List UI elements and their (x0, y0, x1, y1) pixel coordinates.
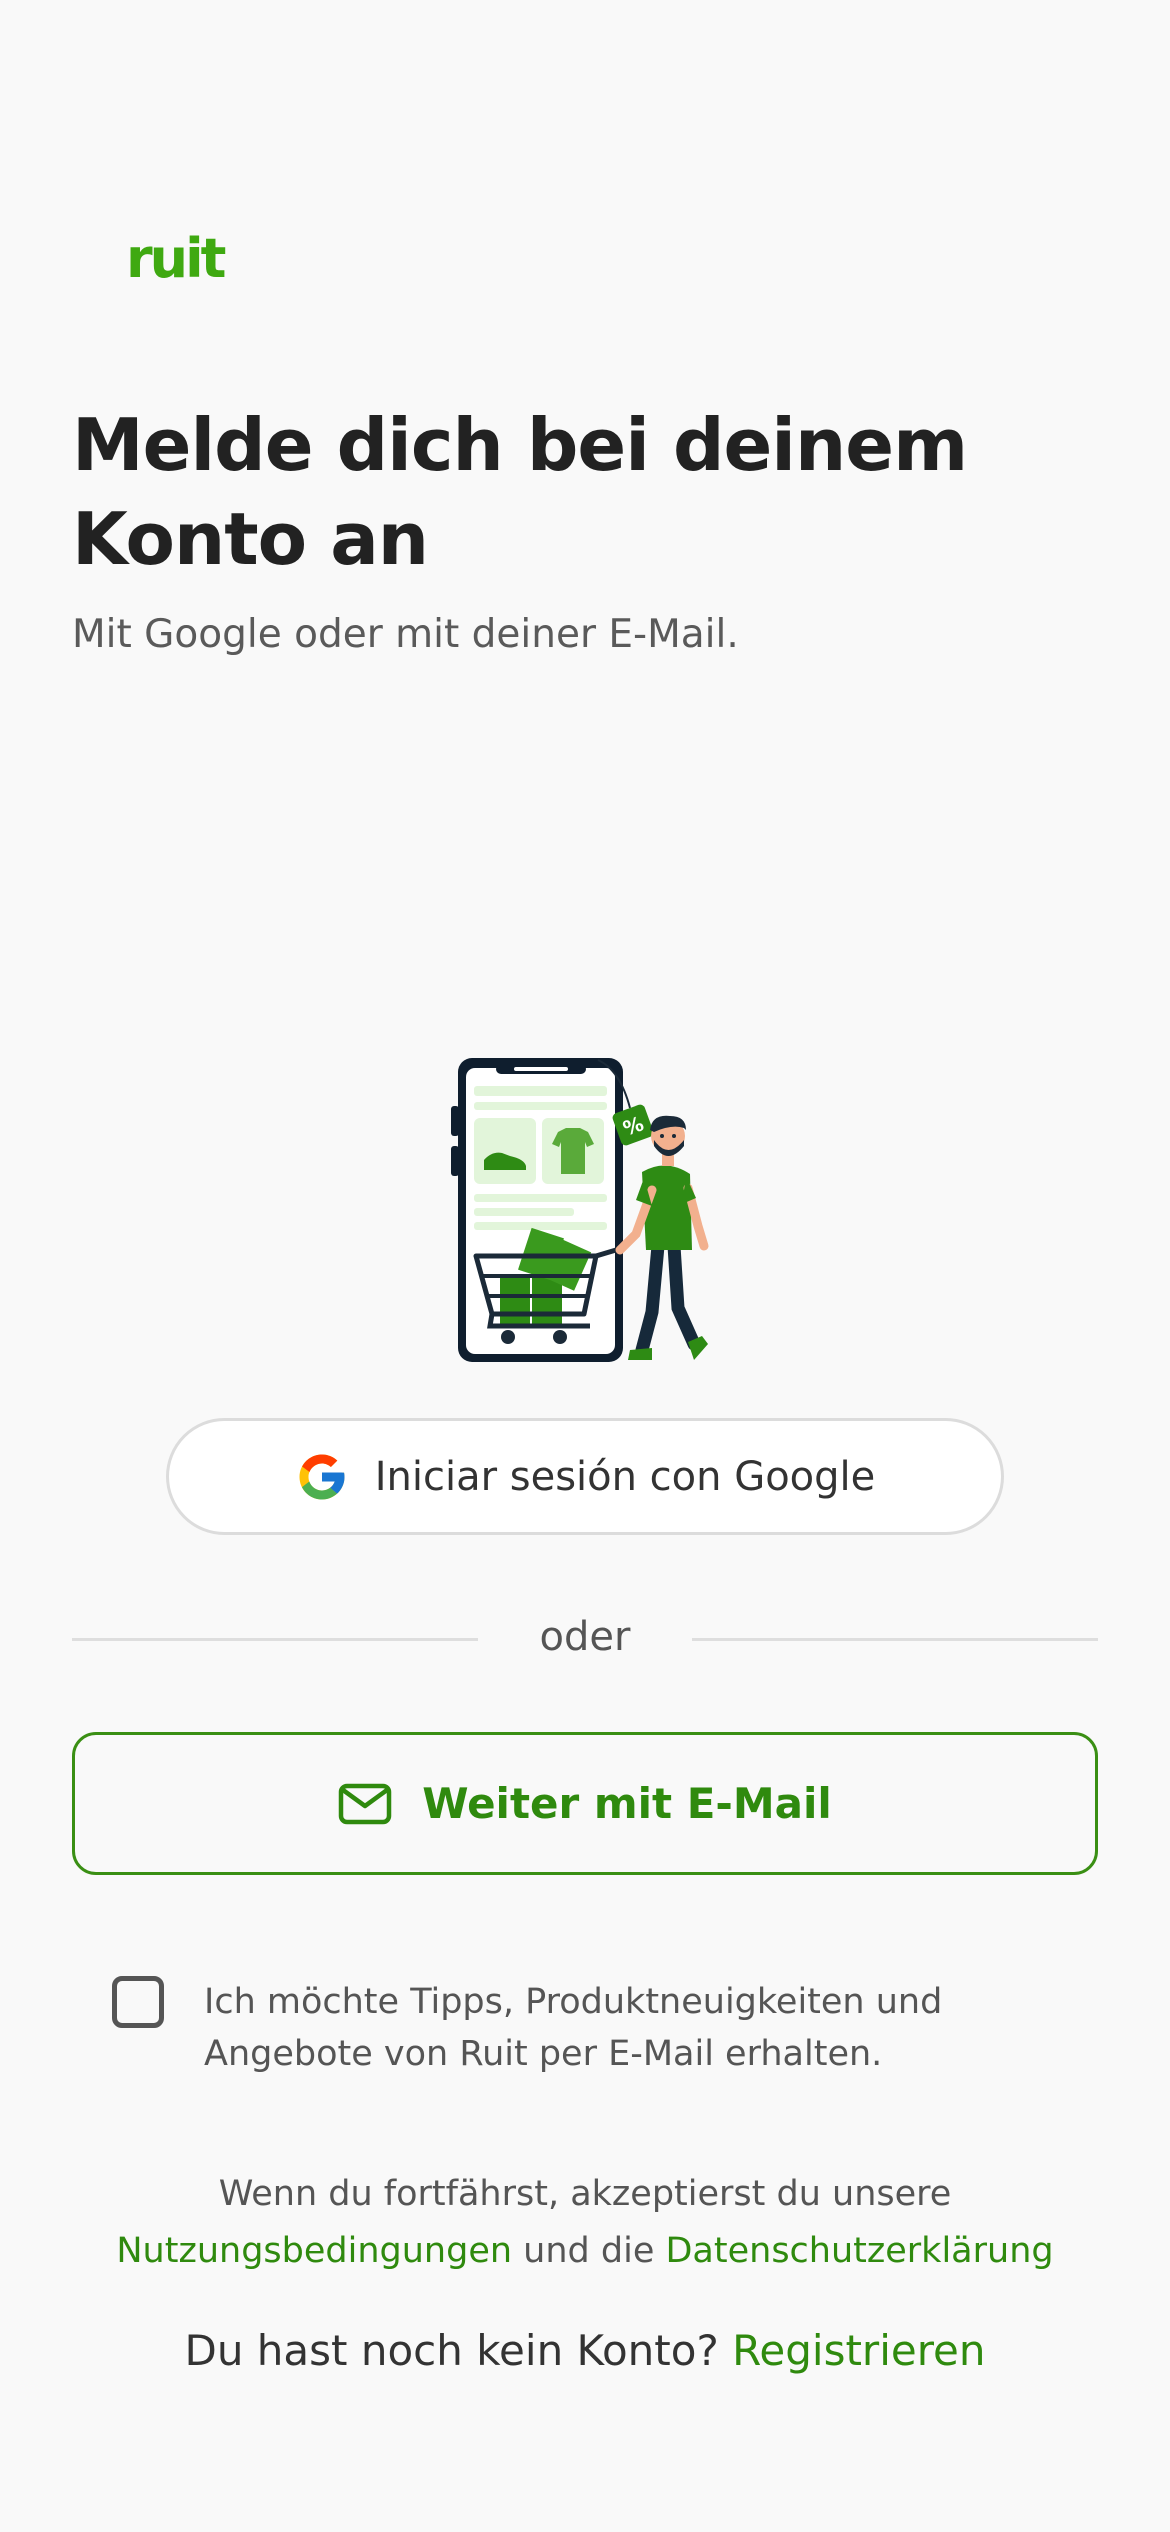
mail-icon (338, 1783, 392, 1824)
newsletter-checkbox-label: Ich möchte Tipps, Produktneuigkeiten und… (204, 1982, 943, 2074)
brand-logo: ruit (126, 227, 226, 290)
terms-link[interactable]: Nutzungsbedingungen (116, 2231, 512, 2271)
continue-with-email-button[interactable]: Weiter mit E-Mail (72, 1732, 1098, 1875)
continue-with-email-label: Weiter mit E-Mail (422, 1779, 832, 1828)
google-signin-label: Iniciar sesión con Google (374, 1453, 876, 1500)
page-title: Melde dich bei deinem Konto an (72, 403, 968, 581)
newsletter-checkbox[interactable] (112, 1976, 164, 2028)
privacy-link[interactable]: Datenschutzerklärung (665, 2231, 1053, 2271)
shopping-illustration: % (451, 1058, 709, 1362)
login-screen: ruit Melde dich bei deinem Konto an Mit … (0, 0, 1170, 2532)
divider-line-right (692, 1638, 1098, 1641)
divider-line-left (72, 1638, 478, 1641)
signup-prompt: Du hast noch kein Konto? Registrieren (72, 2326, 1098, 2375)
page-subtitle: Mit Google oder mit deiner E-Mail. (72, 612, 739, 657)
legal-connector: und die (512, 2231, 666, 2271)
google-icon (299, 1454, 345, 1499)
legal-text: Wenn du fortfährst, akzeptierst du unser… (218, 2174, 952, 2214)
divider-text: oder (539, 1614, 631, 1660)
signup-prompt-text: Du hast noch kein Konto? (184, 2326, 733, 2375)
google-signin-button[interactable]: Iniciar sesión con Google (166, 1418, 1004, 1535)
legal-notice: Wenn du fortfährst, akzeptierst du unser… (72, 2166, 1098, 2280)
register-link[interactable]: Registrieren (732, 2326, 985, 2375)
